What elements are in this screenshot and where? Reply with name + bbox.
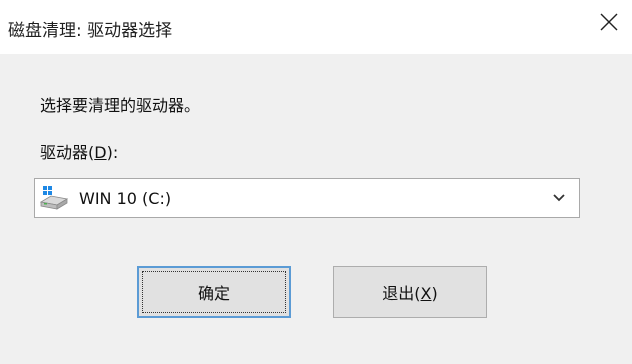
drive-label-suffix: ):	[106, 143, 119, 162]
drive-select[interactable]: WIN 10 (C:)	[34, 178, 580, 218]
exit-label-suffix: )	[431, 284, 438, 303]
close-icon	[600, 13, 618, 31]
exit-label-accesskey: X	[420, 284, 432, 303]
selected-drive: WIN 10 (C:)	[79, 188, 172, 208]
focus-ring	[142, 271, 286, 313]
drive-label-prefix: 驱动器(	[40, 143, 95, 162]
drive-label: 驱动器(D):	[40, 139, 118, 163]
windows-drive-icon	[39, 184, 69, 212]
disk-cleanup-dialog: 磁盘清理: 驱动器选择 选择要清理的驱动器。 驱动器(D): WIN 10 (C…	[0, 0, 632, 364]
chevron-down-icon	[547, 186, 571, 210]
close-button[interactable]	[586, 0, 632, 44]
exit-button[interactable]: 退出(X)	[333, 266, 487, 318]
instruction-text: 选择要清理的驱动器。	[40, 96, 201, 115]
exit-button-label: 退出(X)	[382, 280, 437, 304]
window-title: 磁盘清理: 驱动器选择	[8, 21, 173, 41]
drive-label-accesskey: D	[94, 143, 107, 162]
exit-label-prefix: 退出(	[382, 284, 421, 303]
ok-button[interactable]: 确定	[137, 266, 291, 318]
title-bar: 磁盘清理: 驱动器选择	[0, 0, 632, 54]
